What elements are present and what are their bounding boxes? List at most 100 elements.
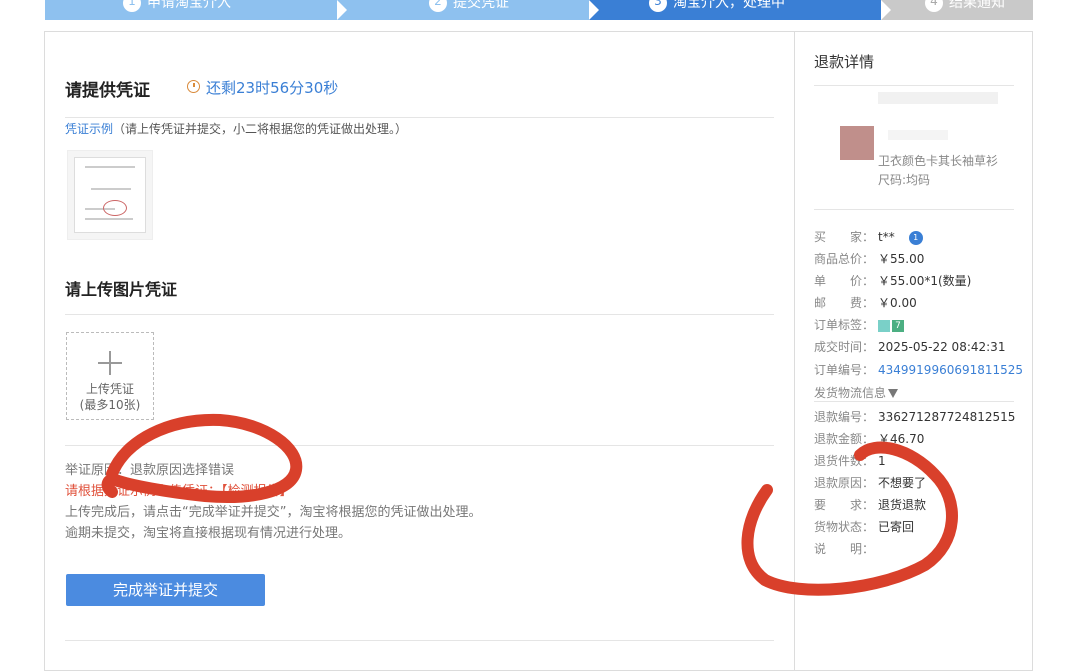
divider — [814, 209, 1014, 210]
order-tag-icon — [878, 319, 890, 332]
upload-limit: (最多10张) — [79, 398, 141, 412]
info-value: 已寄回 — [878, 520, 915, 534]
progress-steps: 1 申请淘宝介入 2 提交凭证 3 淘宝介入，处理中 4 结果通知 — [45, 0, 1033, 20]
info-key: 单 价： — [814, 274, 875, 288]
step-1: 1 申请淘宝介入 — [45, 0, 345, 20]
submit-evidence-button[interactable]: 完成举证并提交 — [66, 574, 265, 606]
step-separator — [589, 0, 599, 20]
order-number-row: 订单编号： 4349919960691811525 — [814, 361, 1023, 378]
sample-requirement: 请根据凭证示例上传凭证：【检测报告】 — [65, 484, 293, 499]
info-key: 订单标签： — [814, 318, 875, 332]
upload-evidence-button[interactable]: 上传凭证 (最多10张) — [66, 332, 154, 420]
description-row: 说 明： — [814, 540, 878, 557]
sample-document-image — [74, 157, 146, 233]
return-count-row: 退货件数： 1 — [814, 452, 886, 469]
step-2: 2 提交凭证 — [337, 0, 597, 20]
step-number: 1 — [123, 0, 141, 12]
deal-time-row: 成交时间： 2025-05-22 08:42:31 — [814, 338, 1005, 355]
step-4: 4 结果通知 — [881, 0, 1033, 20]
main-container: 请提供凭证 还剩23时56分30秒 凭证示例（请上传凭证并提交，小二将根据您的凭… — [44, 31, 1033, 671]
sample-link[interactable]: 凭证示例 — [65, 122, 113, 136]
sample-hint: 凭证示例（请上传凭证并提交，小二将根据您的凭证做出处理。） — [65, 120, 407, 137]
shipping-fee-row: 邮 费： ￥0.00 — [814, 294, 917, 311]
step-3: 3 淘宝介入，处理中 — [589, 0, 889, 20]
reason-label: 举证原因： — [65, 463, 131, 478]
sample-hint-text: （请上传凭证并提交，小二将根据您的凭证做出处理。） — [113, 122, 408, 136]
step-separator — [881, 0, 891, 20]
order-number-link[interactable]: 4349919960691811525 — [878, 363, 1023, 377]
column-divider — [794, 32, 795, 670]
stamp-icon — [103, 200, 127, 216]
info-key: 商品总价： — [814, 252, 875, 266]
submit-instruction: 上传完成后，请点击“完成举证并提交”，淘宝将根据您的凭证做出处理。 — [65, 505, 482, 520]
info-value: ￥55.00 — [878, 252, 925, 266]
refund-reason-row: 退款原因： 不想要了 — [814, 474, 926, 491]
info-key: 邮 费： — [814, 296, 875, 310]
overdue-notice: 逾期未提交，淘宝将直接根据现有情况进行处理。 — [65, 526, 352, 541]
divider — [65, 640, 774, 641]
divider — [65, 117, 774, 118]
reason-value: 退款原因选择错误 — [130, 463, 235, 478]
plus-icon — [98, 351, 122, 375]
product-thumbnail[interactable] — [840, 126, 874, 160]
divider — [65, 445, 774, 446]
divider — [65, 314, 774, 315]
requirement-row: 要 求： 退货退款 — [814, 496, 926, 513]
divider — [814, 401, 1014, 402]
countdown-timer: 还剩23时56分30秒 — [187, 77, 338, 98]
seven-day-return-icon: 7 — [892, 319, 904, 332]
info-value: ￥46.70 — [878, 432, 925, 446]
info-key: 退款编号： — [814, 410, 875, 424]
evidence-notes: 举证原因：退款原因选择错误 请根据凭证示例上传凭证：【检测报告】 上传完成后，请… — [65, 460, 481, 544]
step-number: 3 — [649, 0, 667, 12]
step-number: 2 — [429, 0, 447, 12]
info-key: 要 求： — [814, 498, 875, 512]
caret-down-icon — [888, 389, 899, 398]
blurred-text — [878, 92, 998, 104]
product-name[interactable]: 卫衣颜色卡其长袖草衫 — [878, 152, 1018, 169]
reason-line: 举证原因：退款原因选择错误 — [65, 460, 481, 481]
product-size: 尺码:均码 — [878, 173, 931, 187]
step-label: 申请淘宝介入 — [147, 0, 231, 11]
page-title: 请提供凭证 — [65, 81, 150, 101]
refund-details-title: 退款详情 — [814, 53, 875, 71]
step-label: 提交凭证 — [453, 0, 509, 11]
upload-section-title: 请上传图片凭证 — [65, 280, 178, 299]
doc-line — [91, 188, 131, 190]
upload-label: 上传凭证 — [85, 382, 134, 396]
info-key: 成交时间： — [814, 340, 875, 354]
info-key: 说 明： — [814, 542, 875, 556]
step-label: 淘宝介入，处理中 — [673, 0, 785, 11]
doc-line — [85, 218, 133, 220]
logistics-toggle[interactable]: 发货物流信息 — [814, 384, 899, 401]
total-price-row: 商品总价： ￥55.00 — [814, 250, 924, 267]
info-value: ￥0.00 — [878, 296, 917, 310]
info-value: 1 — [878, 454, 886, 468]
goods-status-row: 货物状态： 已寄回 — [814, 518, 914, 535]
info-value: 2025-05-22 08:42:31 — [878, 340, 1006, 354]
info-key: 货物状态： — [814, 520, 875, 534]
info-value[interactable]: t** — [878, 230, 895, 244]
step-label: 结果通知 — [949, 0, 1005, 11]
info-value: 退货退款 — [878, 498, 927, 512]
order-tags-row: 订单标签： 7 — [814, 316, 906, 333]
blurred-text — [888, 130, 948, 140]
info-key: 退款原因： — [814, 476, 875, 490]
divider — [814, 85, 1014, 86]
countdown-text: 还剩23时56分30秒 — [206, 79, 339, 97]
info-key: 订单编号： — [814, 363, 875, 377]
info-value: 不想要了 — [878, 476, 927, 490]
info-key: 买 家： — [814, 230, 875, 244]
info-key: 退货件数： — [814, 454, 875, 468]
logistics-label: 发货物流信息 — [814, 386, 887, 400]
doc-line — [85, 166, 135, 168]
refund-amount-row: 退款金额： ￥46.70 — [814, 430, 924, 447]
chat-icon[interactable]: 1 — [908, 230, 923, 245]
info-value: ￥55.00*1(数量) — [878, 274, 972, 288]
step-separator — [337, 0, 347, 20]
buyer-row: 买 家： t** 1 — [814, 228, 923, 245]
sample-thumbnail[interactable] — [67, 150, 153, 240]
step-number: 4 — [925, 0, 943, 12]
info-key: 退款金额： — [814, 432, 875, 446]
unit-price-row: 单 价： ￥55.00*1(数量) — [814, 272, 971, 289]
